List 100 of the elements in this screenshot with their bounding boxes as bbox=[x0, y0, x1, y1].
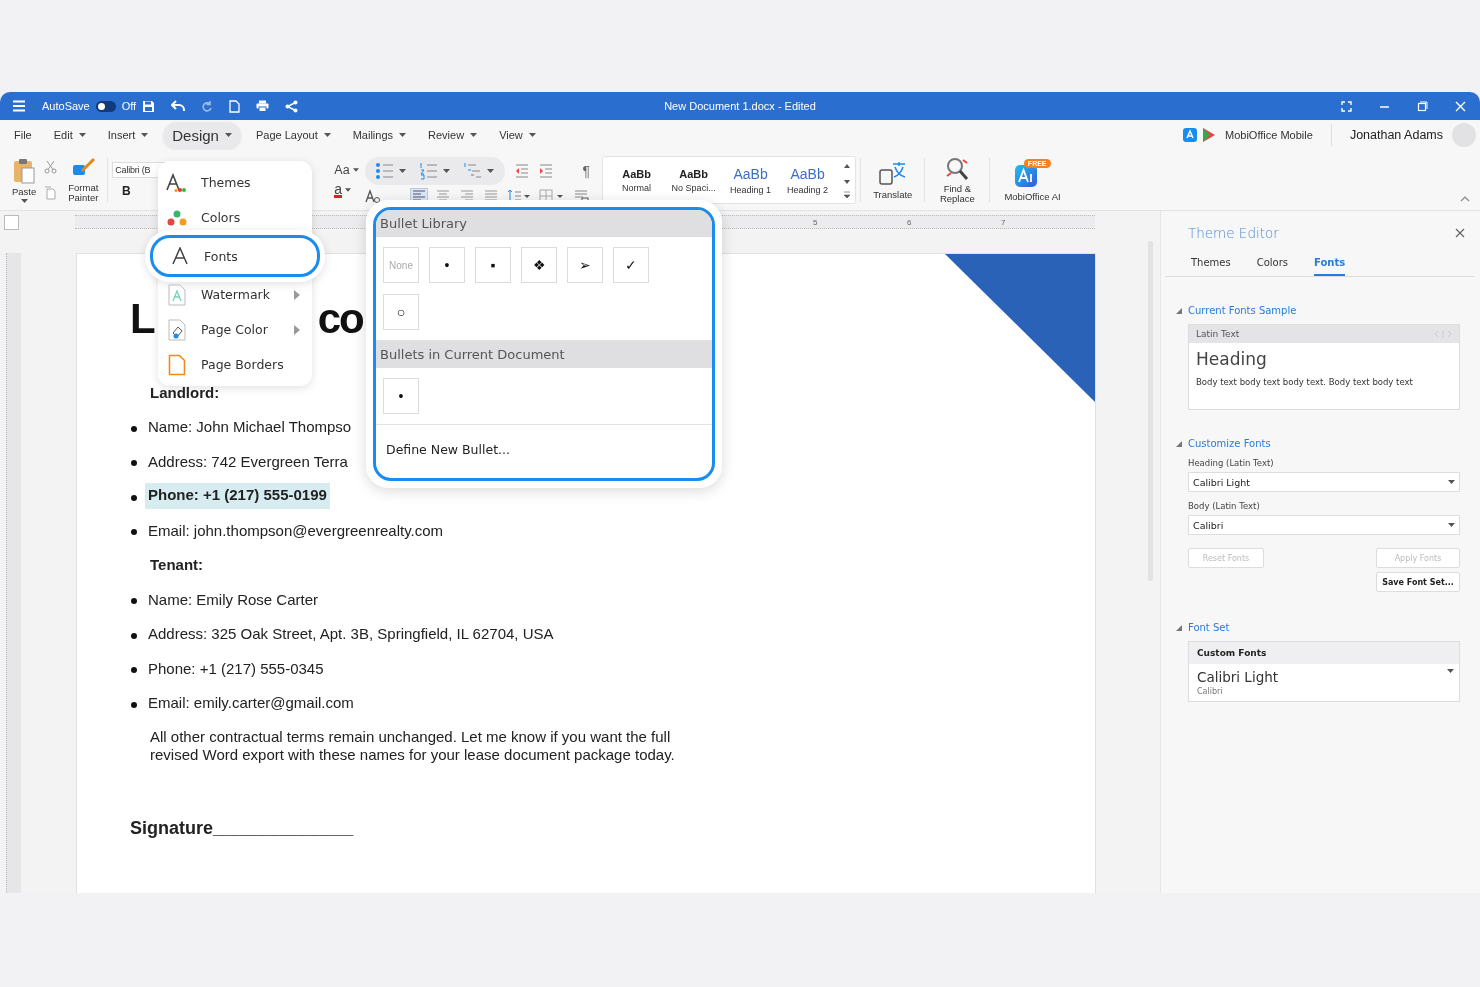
panel-tab[interactable]: Colors bbox=[1256, 257, 1289, 276]
style-option[interactable]: AaBb Normal bbox=[609, 167, 665, 193]
format-painter-button[interactable]: Format Painter bbox=[63, 156, 104, 204]
undo-icon[interactable] bbox=[171, 100, 186, 112]
color-dots-icon bbox=[166, 208, 188, 227]
caret-icon bbox=[1448, 523, 1455, 527]
show-formatting-button[interactable]: ¶ bbox=[582, 163, 591, 179]
define-new-bullet-link[interactable]: Define New Bullet... bbox=[376, 425, 712, 474]
copy-icon[interactable] bbox=[44, 186, 57, 200]
list-item-text: Phone: +1 (217) 555-0345 bbox=[148, 659, 324, 677]
menu-tab[interactable]: View bbox=[492, 125, 543, 145]
panel-tab[interactable]: Themes bbox=[1191, 257, 1231, 276]
document-title: co bbox=[317, 294, 363, 344]
style-option[interactable]: AaBb Heading 1 bbox=[723, 165, 779, 195]
popup-section-heading: Bullet Library bbox=[376, 210, 712, 237]
bulleted-list-icon[interactable] bbox=[374, 162, 407, 180]
paste-button[interactable]: Paste bbox=[12, 157, 37, 203]
list-item-text: Name: John Michael Thompso bbox=[148, 418, 352, 436]
bullet-dot bbox=[131, 529, 137, 536]
caret-icon bbox=[352, 167, 359, 172]
section-heading[interactable]: Current Fonts Sample bbox=[1188, 305, 1297, 316]
numbered-list-icon[interactable] bbox=[418, 162, 451, 180]
mobile-app-link[interactable]: MobiOffice Mobile bbox=[1225, 129, 1313, 141]
menu-tab[interactable]: Review bbox=[421, 125, 485, 145]
font-set-dropdown[interactable]: Custom Fonts Calibri Light Calibri bbox=[1188, 641, 1460, 702]
multilevel-list-icon[interactable] bbox=[462, 162, 495, 180]
font-set-label: Custom Fonts bbox=[1189, 642, 1459, 664]
tab-selector[interactable] bbox=[4, 214, 19, 230]
collapse-ribbon-icon[interactable] bbox=[1460, 196, 1470, 202]
list-item-text: Phone: +1 (217) 555-0199 bbox=[145, 482, 330, 509]
style-option[interactable]: AaBb Heading 2 bbox=[780, 165, 836, 195]
caret-icon bbox=[1448, 480, 1455, 484]
menu-tab[interactable]: File bbox=[7, 125, 39, 145]
decrease-indent-icon[interactable] bbox=[514, 164, 529, 178]
bullet-option[interactable]: ○ bbox=[383, 294, 419, 330]
autosave-label: AutoSave bbox=[42, 100, 90, 112]
bullet-option[interactable]: ❖ bbox=[521, 247, 557, 283]
search-icon bbox=[944, 155, 971, 182]
translate-button[interactable]: Translate bbox=[873, 160, 913, 200]
close-icon[interactable] bbox=[1455, 228, 1465, 238]
cut-icon[interactable] bbox=[44, 160, 58, 174]
fullscreen-icon[interactable] bbox=[1341, 100, 1352, 112]
print-icon[interactable] bbox=[256, 100, 270, 112]
save-icon[interactable] bbox=[142, 99, 156, 113]
bullet-option[interactable]: • bbox=[429, 247, 465, 283]
bullet-dot bbox=[131, 494, 137, 501]
expanded-triangle-icon[interactable] bbox=[1176, 441, 1182, 447]
list-item-text: Address: 742 Evergreen Terra bbox=[148, 452, 348, 470]
bullet-option[interactable]: • bbox=[383, 378, 419, 414]
share-icon[interactable] bbox=[285, 99, 299, 113]
new-document-icon[interactable] bbox=[229, 99, 241, 113]
menu-tab[interactable]: Insert bbox=[100, 125, 156, 145]
field-label: Body (Latin Text) bbox=[1188, 501, 1261, 511]
translate-icon bbox=[878, 160, 907, 187]
style-option[interactable]: AaBb No Spaci... bbox=[666, 167, 722, 193]
font-dropdown[interactable]: Calibri bbox=[1188, 515, 1460, 535]
section-heading[interactable]: Customize Fonts bbox=[1188, 438, 1271, 449]
font-dropdown[interactable]: Calibri Light bbox=[1188, 472, 1460, 492]
autosave-state: Off bbox=[121, 100, 137, 112]
menu-tab[interactable]: Page Layout bbox=[248, 125, 338, 145]
clear-formatting-icon[interactable] bbox=[364, 189, 381, 203]
menu-icon[interactable] bbox=[12, 100, 26, 112]
panel-button[interactable]: Save Font Set... bbox=[1376, 572, 1460, 592]
expanded-triangle-icon[interactable] bbox=[1176, 625, 1182, 631]
align-center-icon[interactable] bbox=[434, 189, 451, 203]
menu-item[interactable]: Watermark bbox=[158, 277, 312, 312]
change-case-button[interactable]: Aa bbox=[334, 162, 359, 177]
sample-body: Body text body text body text. Body text body text bbox=[1195, 376, 1414, 387]
bullet-dot bbox=[131, 460, 137, 467]
maximize-icon[interactable] bbox=[1417, 100, 1428, 112]
bullet-option[interactable]: ▪ bbox=[475, 247, 511, 283]
align-right-icon[interactable] bbox=[458, 189, 475, 203]
font-color-button[interactable]: a bbox=[334, 182, 359, 198]
bullet-option[interactable]: ➢ bbox=[567, 247, 603, 283]
signature-line: Signature______________ bbox=[130, 818, 354, 839]
find-replace-button[interactable]: Find & Replace bbox=[937, 155, 978, 205]
user-name[interactable]: Jonathan Adams bbox=[1349, 128, 1443, 142]
autosave-toggle[interactable] bbox=[95, 100, 116, 112]
section-heading[interactable]: Font Set bbox=[1188, 622, 1230, 633]
shading-icon[interactable] bbox=[572, 189, 589, 203]
bullet-option[interactable]: ✓ bbox=[613, 247, 649, 283]
redo-icon[interactable] bbox=[201, 100, 214, 112]
bullet-dot bbox=[131, 425, 137, 432]
list-item-text: Address: 325 Oak Street, Apt. 3B, Springfield, IL 62704, USA bbox=[148, 625, 554, 643]
justify-icon[interactable] bbox=[482, 189, 499, 203]
bullet-dot bbox=[131, 632, 137, 639]
menu-item[interactable]: Page Color bbox=[158, 312, 312, 347]
expanded-triangle-icon[interactable] bbox=[1176, 308, 1182, 314]
menu-tab[interactable]: Edit bbox=[46, 125, 93, 145]
menu-item[interactable]: Page Borders bbox=[158, 347, 312, 382]
bold-button[interactable]: B bbox=[118, 184, 135, 198]
app-store-icon[interactable] bbox=[1183, 128, 1198, 142]
menu-tab[interactable]: Mailings bbox=[345, 125, 414, 145]
line-spacing-icon[interactable] bbox=[506, 189, 531, 203]
menu-tab[interactable]: Design bbox=[163, 121, 241, 149]
increase-indent-icon[interactable] bbox=[538, 164, 553, 178]
bullet-dot bbox=[131, 598, 137, 605]
section-label: Landlord: bbox=[150, 383, 220, 401]
panel-tab[interactable]: Fonts bbox=[1314, 257, 1346, 276]
play-store-icon[interactable] bbox=[1203, 128, 1216, 142]
